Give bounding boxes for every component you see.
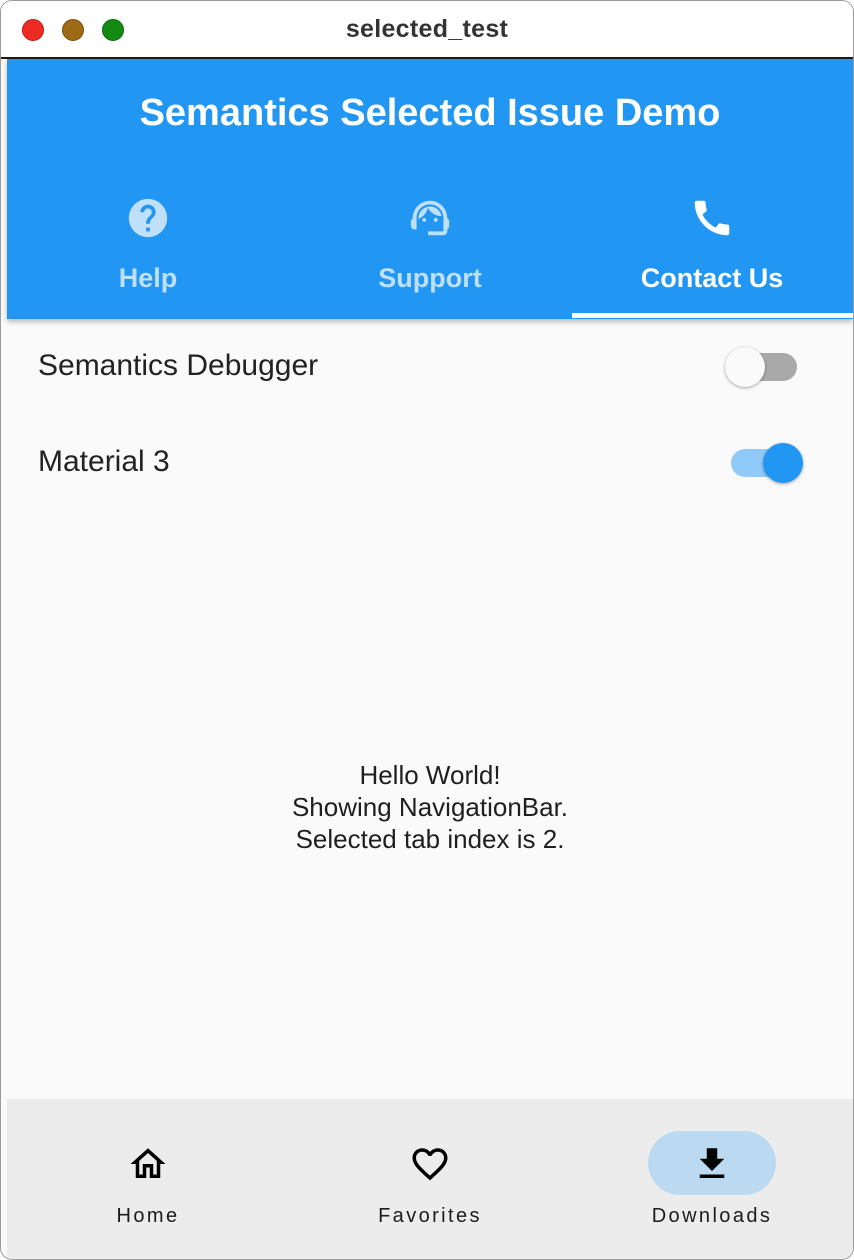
semantics-debugger-switch[interactable]: [725, 347, 801, 387]
nav-label-home: Home: [116, 1205, 180, 1227]
download-icon: [699, 1148, 725, 1178]
window-titlebar: selected_test: [1, 1, 853, 59]
tab-help[interactable]: Help: [7, 189, 289, 319]
status-line-1: Hello World!: [359, 760, 501, 790]
nav-item-favorites[interactable]: Favorites: [289, 1099, 571, 1259]
tab-help-label: Help: [118, 263, 178, 293]
switch-thumb: [725, 347, 765, 387]
app-bar: Semantics Selected Issue Demo Help Suppo…: [7, 59, 853, 319]
navigation-bar: Home Favorites Downloads: [7, 1099, 853, 1259]
material3-switch[interactable]: [729, 443, 805, 483]
tab-support[interactable]: Support: [289, 189, 571, 319]
status-line-2: Showing NavigationBar.: [291, 792, 569, 822]
support-agent-icon: [410, 200, 450, 236]
nav-label-favorites: Favorites: [378, 1205, 482, 1227]
home-icon: [130, 1148, 166, 1178]
nav-item-home[interactable]: Home: [7, 1099, 289, 1259]
tab-contact-us-label: Contact Us: [640, 263, 784, 293]
status-line-3: Selected tab index is 2.: [295, 824, 565, 854]
help-circle-icon: [128, 198, 168, 238]
tab-support-label: Support: [378, 263, 482, 293]
material3-label: Material 3: [38, 445, 170, 478]
tab-contact-us[interactable]: Contact Us: [571, 189, 853, 319]
switch-thumb: [763, 443, 803, 483]
app-window: selected_test Semantics Selected Issue D…: [0, 0, 854, 1260]
phone-icon: [694, 200, 730, 236]
window-title: selected_test: [345, 15, 509, 43]
status-text: Hello World! Showing NavigationBar. Sele…: [7, 759, 853, 855]
nav-label-downloads: Downloads: [651, 1205, 773, 1227]
nav-item-downloads[interactable]: Downloads: [571, 1099, 853, 1259]
semantics-debugger-label: Semantics Debugger: [38, 349, 319, 382]
heart-icon: [412, 1148, 448, 1181]
tab-selection-indicator: [572, 313, 853, 318]
app-title: Semantics Selected Issue Demo: [139, 92, 721, 134]
content-area: Semantics Debugger Material 3 Hello Worl…: [7, 319, 853, 1099]
